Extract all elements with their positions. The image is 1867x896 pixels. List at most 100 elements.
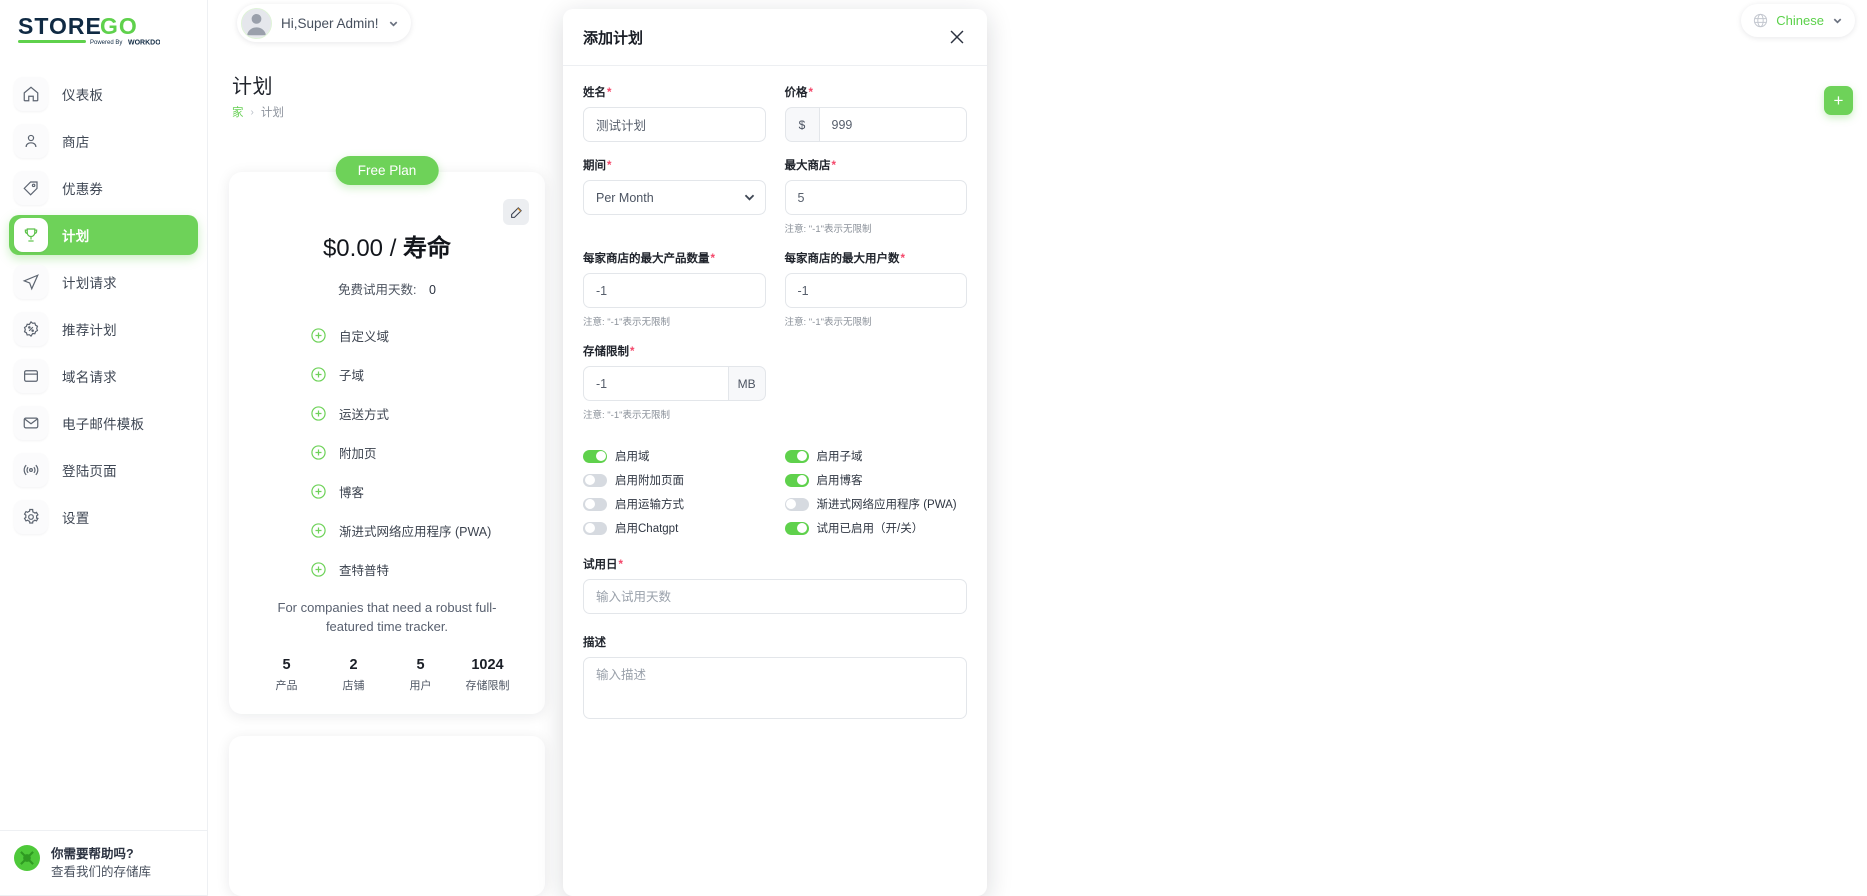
chevron-down-icon	[1833, 18, 1842, 24]
field-label-text: 试用日	[583, 559, 618, 571]
plus-circle-icon	[311, 367, 326, 382]
feature-label: 附加页	[339, 447, 377, 461]
sidebar-item-coupons[interactable]: 优惠券	[9, 168, 198, 208]
name-input[interactable]	[583, 107, 766, 142]
sidebar-item-plans[interactable]: 计划	[9, 215, 198, 255]
breadcrumb: 家 › 计划	[232, 104, 284, 120]
sidebar-help-box[interactable]: 你需要帮助吗? 查看我们的存储库	[0, 829, 207, 896]
field-label: 每家商店的最大产品数量*	[583, 250, 766, 266]
modal-title: 添加计划	[583, 29, 644, 47]
required-marker: *	[710, 253, 715, 265]
field-label-text: 每家商店的最大产品数量	[583, 253, 710, 265]
field-label-text: 姓名	[583, 87, 606, 99]
plan-price-period: 寿命	[403, 235, 452, 262]
required-marker: *	[900, 253, 905, 265]
modal-body: 姓名* 价格* $ 期间* Pe	[563, 66, 987, 724]
sidebar-item-email-templates[interactable]: 电子邮件模板	[9, 403, 198, 443]
stat-value: 1024	[471, 656, 504, 673]
storage-limit-input[interactable]	[583, 366, 729, 401]
sidebar-item-domain-requests[interactable]: 域名请求	[9, 356, 198, 396]
trial-days-input[interactable]	[583, 579, 967, 614]
sidebar-item-label: 计划	[62, 229, 90, 244]
sidebar-item-dashboard[interactable]: 仪表板	[9, 74, 198, 114]
profile-greeting: Hi,Super Admin!	[281, 15, 379, 31]
mail-icon	[14, 406, 48, 440]
sidebar-item-settings[interactable]: 设置	[9, 497, 198, 537]
toggle-enable-domain[interactable]	[583, 449, 607, 463]
price-input[interactable]	[818, 107, 967, 142]
language-selector[interactable]: Chinese	[1741, 4, 1855, 37]
sidebar-item-referral-plans[interactable]: 推荐计划	[9, 309, 198, 349]
sidebar-item-label: 登陆页面	[62, 464, 117, 479]
stat-label: 店铺	[342, 679, 365, 692]
percent-badge-icon	[14, 312, 48, 346]
field-label: 价格*	[785, 84, 968, 100]
field-storage-limit: 存储限制* MB 注意: "-1"表示无限制	[583, 343, 766, 421]
max-products-input[interactable]	[583, 273, 766, 308]
avatar	[241, 7, 272, 39]
app-logo[interactable]: STORE GO Powered By WORKDO	[0, 0, 207, 60]
stat-label: 产品	[275, 679, 298, 692]
sidebar-item-landing-page[interactable]: 登陆页面	[9, 450, 198, 490]
list-item: 渐进式网络应用程序 (PWA)	[311, 521, 521, 540]
toggle-enable-subdomain[interactable]	[784, 449, 809, 463]
tag-icon	[14, 171, 48, 205]
plus-circle-icon	[311, 523, 326, 538]
toggle-enable-pwa[interactable]	[784, 497, 809, 511]
field-label-text: 存储限制	[583, 346, 629, 358]
toggle-row: 试用已启用（开/关）	[784, 516, 968, 540]
close-icon[interactable]	[946, 26, 968, 48]
svg-text:Powered By: Powered By	[90, 40, 122, 46]
field-label-text: 价格	[784, 87, 808, 99]
breadcrumb-current: 计划	[260, 107, 284, 119]
plan-trial-value: 0	[429, 283, 436, 297]
toggle-trial-enabled[interactable]	[784, 521, 809, 535]
edit-icon	[510, 206, 522, 218]
field-description: 描述	[583, 634, 967, 724]
plus-circle-icon	[311, 406, 326, 421]
home-icon	[14, 77, 48, 111]
description-textarea[interactable]	[583, 657, 967, 719]
edit-plan-button[interactable]	[503, 199, 529, 225]
plan-stats: 5 产品 2 店铺 5 用户 1024 存储限制	[253, 657, 521, 693]
toggle-label: 试用已启用（开/关）	[816, 523, 924, 535]
sidebar-item-label: 优惠券	[62, 182, 104, 197]
max-stores-input[interactable]	[784, 180, 967, 215]
field-label: 试用日*	[583, 556, 967, 572]
max-users-input[interactable]	[784, 273, 967, 308]
sidebar-item-label: 设置	[62, 511, 90, 526]
field-label: 最大商店*	[785, 157, 968, 173]
stat-item: 2 店铺	[320, 657, 387, 693]
field-label: 每家商店的最大用户数*	[785, 250, 968, 266]
toggle-label: 渐进式网络应用程序 (PWA)	[816, 499, 957, 511]
help-subtitle: 查看我们的存储库	[51, 864, 152, 879]
toggle-enable-chatgpt[interactable]	[583, 521, 607, 535]
stat-item: 5 产品	[253, 657, 320, 693]
page-title: 计划	[232, 76, 273, 98]
sidebar-item-plan-requests[interactable]: 计划请求	[9, 262, 198, 302]
plan-price: $0.00 / 寿命	[253, 228, 521, 263]
stat-value: 2	[349, 656, 358, 673]
feature-label: 渐进式网络应用程序 (PWA)	[339, 525, 492, 539]
list-item: 查特普特	[311, 560, 521, 579]
feature-label: 子域	[339, 369, 365, 383]
stat-label: 存储限制	[465, 679, 510, 692]
sidebar-item-label: 计划请求	[62, 276, 117, 291]
profile-menu[interactable]: Hi,Super Admin!	[237, 4, 411, 42]
stat-value: 5	[282, 656, 291, 673]
user-icon	[14, 124, 48, 158]
breadcrumb-home[interactable]: 家	[232, 104, 244, 120]
plan-trial-label: 免费试用天数:	[338, 283, 417, 297]
required-marker: *	[831, 160, 836, 172]
list-item: 运送方式	[311, 404, 521, 423]
toggle-enable-shipping[interactable]	[583, 497, 607, 511]
field-label: 姓名*	[583, 84, 766, 100]
field-label-text: 描述	[583, 637, 606, 649]
toggle-enable-blog[interactable]	[784, 473, 809, 487]
field-price: 价格* $	[784, 84, 968, 142]
toggle-label: 启用运输方式	[615, 499, 684, 511]
add-plan-button[interactable]: +	[1824, 86, 1853, 115]
sidebar-item-stores[interactable]: 商店	[9, 121, 198, 161]
duration-select[interactable]: Per Month	[583, 180, 766, 215]
toggle-enable-addon-page[interactable]	[583, 473, 607, 487]
